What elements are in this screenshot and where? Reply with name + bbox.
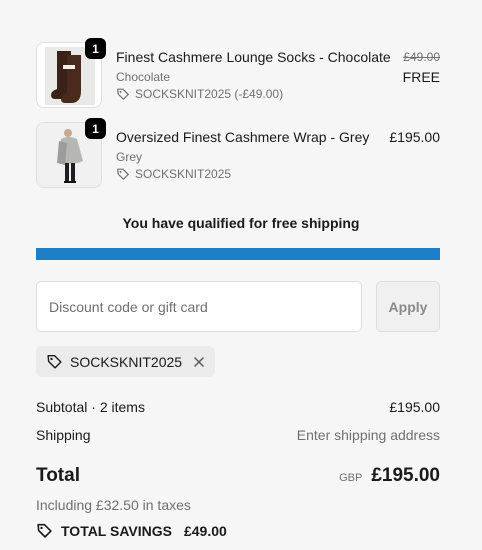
tag-icon	[47, 354, 62, 369]
free-shipping-progress-bar	[36, 248, 440, 260]
total-savings-label: TOTAL SAVINGS	[61, 522, 172, 539]
cart-item: 1 Finest Cashmere Lounge Socks - Chocola…	[36, 38, 440, 108]
free-shipping-message: You have qualified for free shipping	[122, 215, 360, 231]
free-shipping-progress-fill	[36, 248, 440, 260]
cart-item: 1 Oversized Finest Cashmere Wrap - Grey …	[36, 118, 440, 188]
tag-icon	[117, 88, 129, 100]
shipping-value: Enter shipping address	[296, 427, 440, 443]
item-discount: SOCKSKNIT2025	[116, 167, 231, 181]
shipping-label: Shipping	[36, 427, 91, 443]
applied-discount-chip: SOCKSKNIT2025	[36, 346, 216, 377]
currency-code: GBP	[339, 472, 363, 484]
item-original-price: £49.00	[403, 50, 440, 64]
total-row: Total GBP £195.00	[36, 465, 440, 487]
item-variant: Grey	[116, 150, 143, 164]
quantity-badge: 1	[85, 38, 106, 59]
total-label: Total	[36, 465, 80, 486]
tag-icon	[117, 168, 129, 180]
subtotal-value: £195.00	[389, 399, 440, 415]
total-value: £195.00	[371, 465, 440, 486]
item-discount-code: SOCKSKNIT2025 (-£49.00)	[135, 87, 284, 101]
quantity-badge: 1	[85, 118, 106, 139]
close-icon	[194, 356, 205, 367]
discount-code-input[interactable]	[36, 281, 362, 332]
item-discount: SOCKSKNIT2025 (-£49.00)	[116, 87, 283, 101]
taxes-note: Including £32.50 in taxes	[36, 497, 191, 513]
total-savings: TOTAL SAVINGS £49.00	[36, 522, 227, 539]
item-title: Oversized Finest Cashmere Wrap - Grey	[116, 129, 370, 145]
remove-discount-button[interactable]	[193, 356, 205, 368]
shipping-row: Shipping Enter shipping address	[36, 427, 440, 443]
item-price: FREE	[402, 69, 440, 85]
subtotal-label: Subtotal · 2 items	[36, 399, 145, 415]
applied-discount-code: SOCKSKNIT2025	[70, 353, 183, 370]
total-savings-value: £49.00	[183, 522, 227, 539]
item-variant: Chocolate	[116, 70, 171, 84]
subtotal-row: Subtotal · 2 items £195.00	[36, 399, 440, 415]
item-discount-code: SOCKSKNIT2025	[135, 167, 232, 181]
item-price: £195.00	[389, 129, 440, 145]
apply-button[interactable]: Apply	[376, 281, 440, 332]
tag-icon	[37, 523, 52, 538]
total-amount-group: GBP £195.00	[339, 465, 440, 487]
item-title: Finest Cashmere Lounge Socks - Chocolate	[116, 49, 391, 65]
